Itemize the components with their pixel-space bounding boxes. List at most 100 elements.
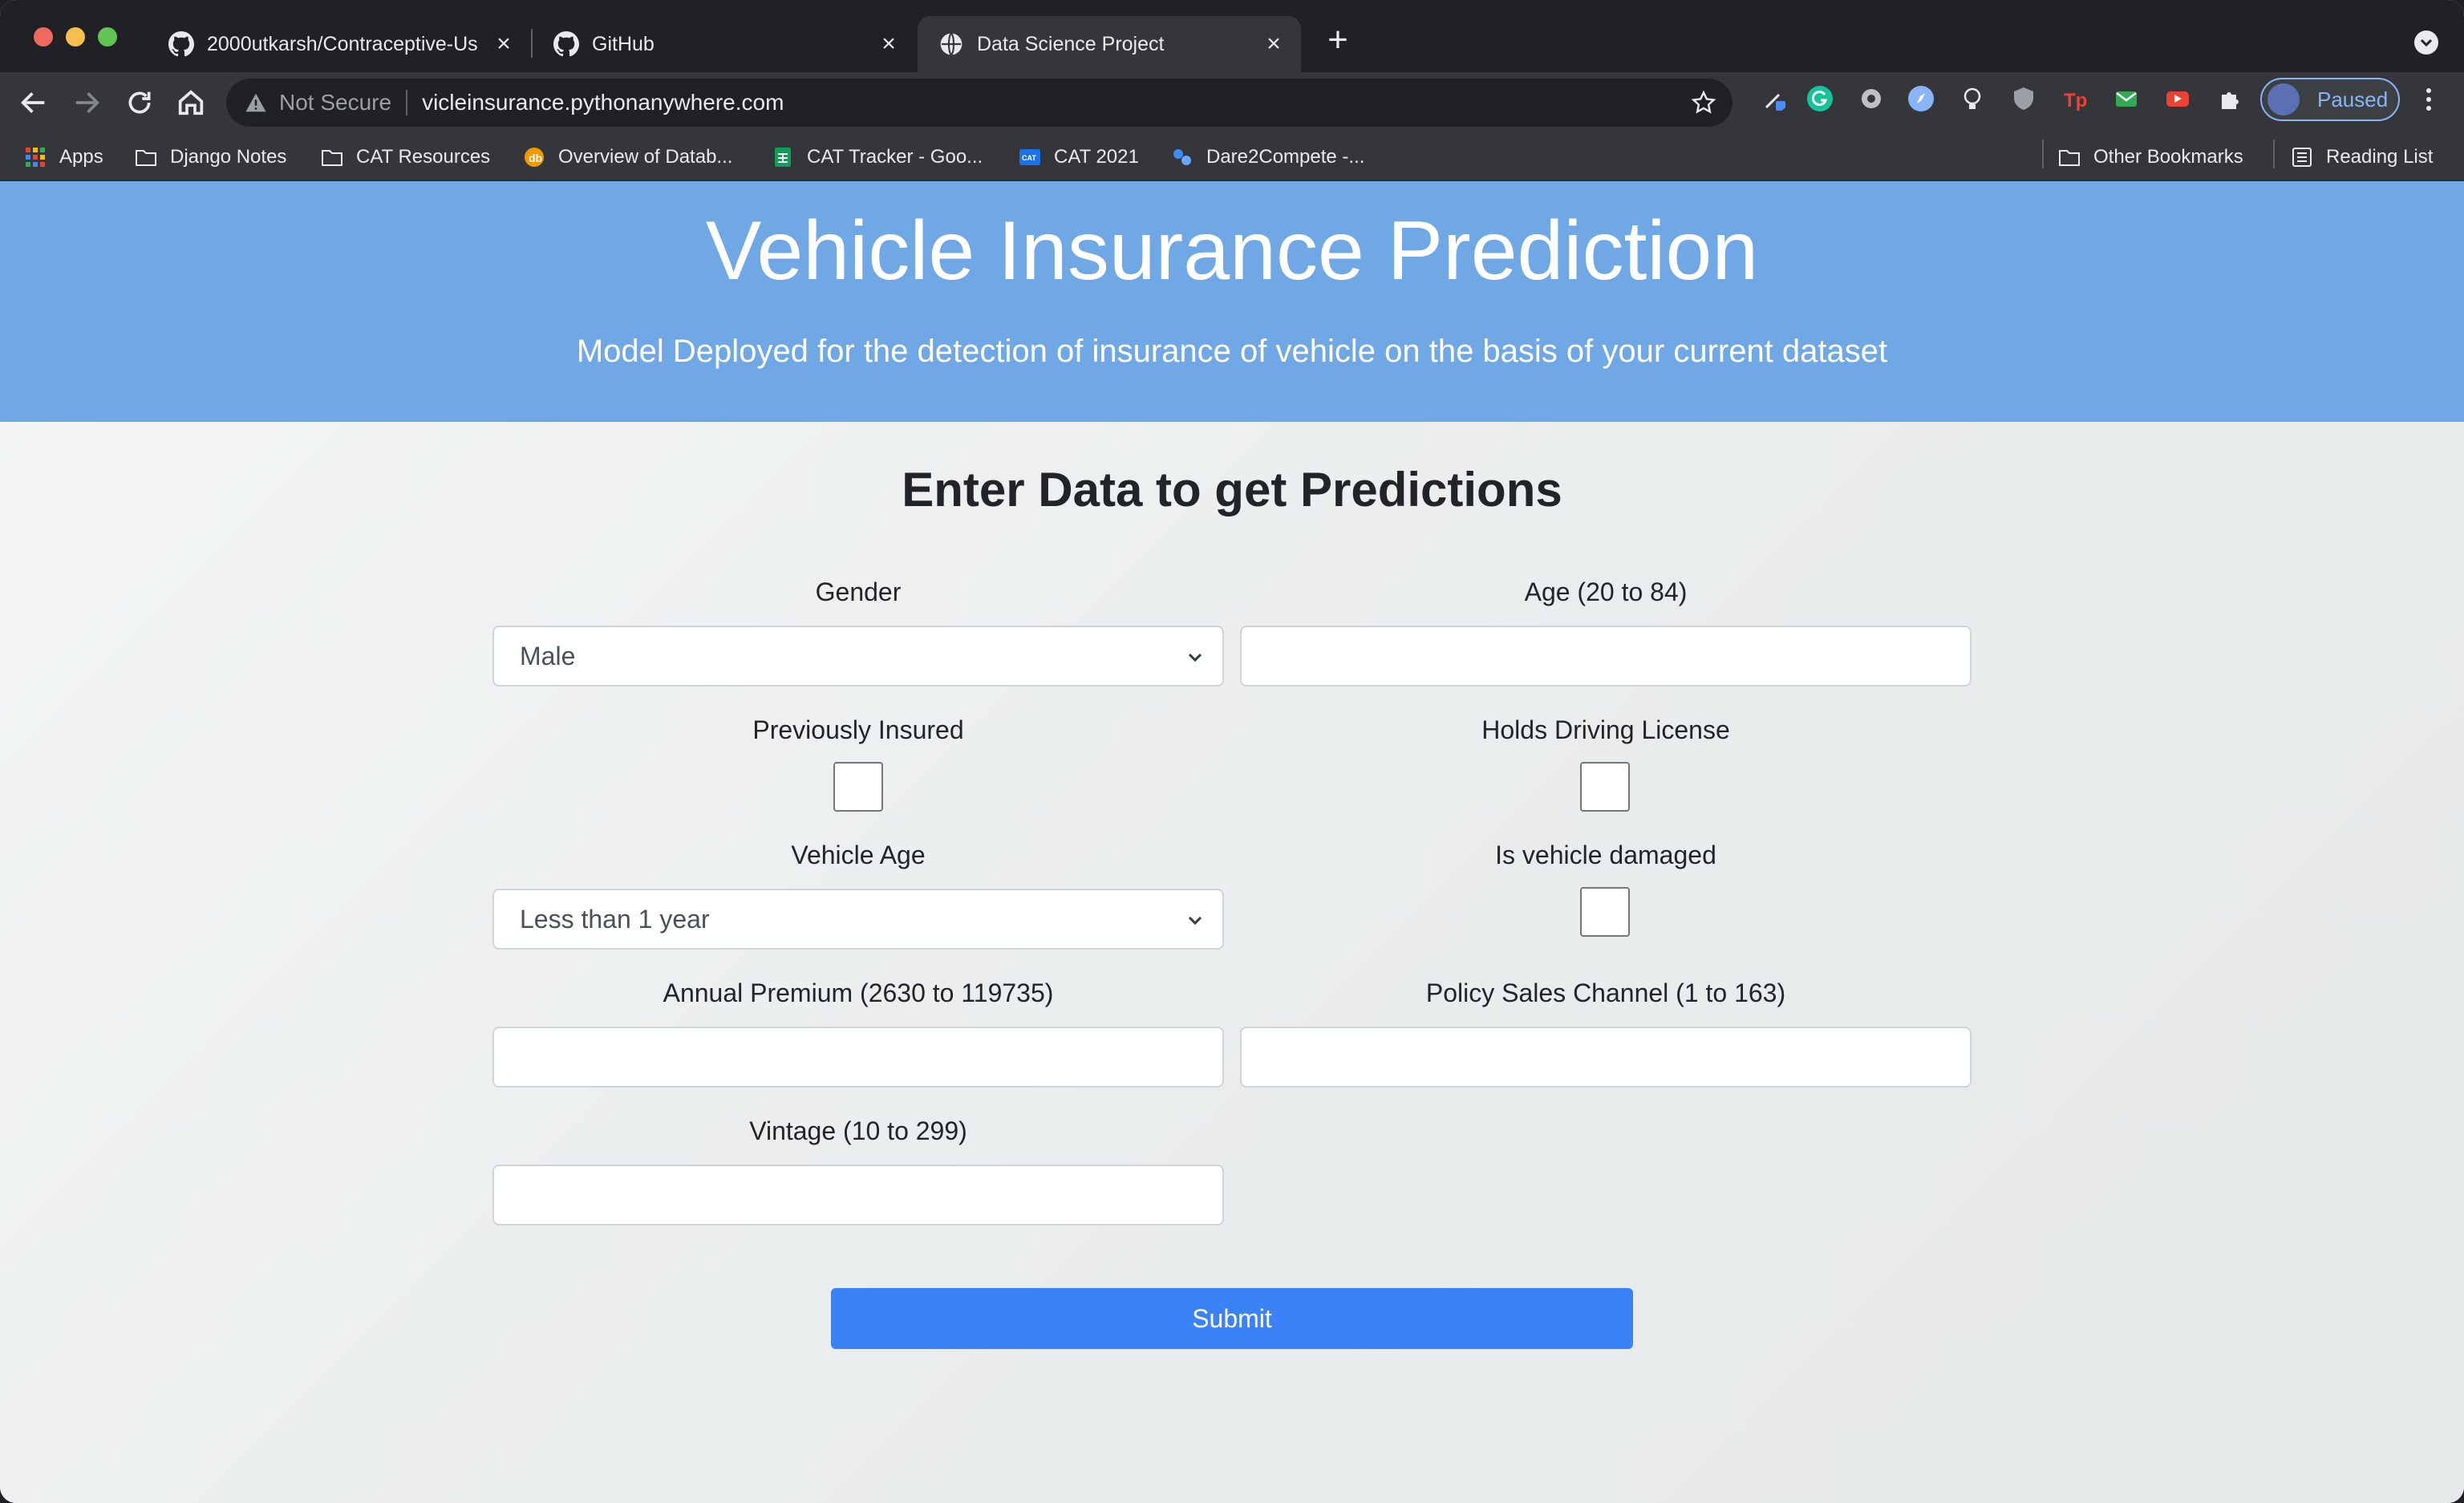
apps-grid-icon (26, 148, 45, 167)
annual-premium-label: Annual Premium (2630 to 119735) (663, 978, 1054, 1007)
policy-channel-label: Policy Sales Channel (1 to 163) (1425, 978, 1786, 1007)
tab-data-science-project[interactable]: Data Science Project × (918, 16, 1301, 72)
submit-button[interactable]: Submit (831, 1288, 1633, 1349)
vintage-input[interactable] (492, 1165, 1224, 1225)
bookmark-label: Other Bookmarks (2093, 146, 2243, 168)
close-tab-icon[interactable]: × (488, 30, 520, 58)
annual-premium-input[interactable] (492, 1027, 1224, 1088)
tab-title: GitHub (592, 32, 654, 55)
bookmarks-divider (2273, 140, 2275, 168)
form-title: Enter Data to get Predictions (902, 463, 1562, 517)
close-tab-icon[interactable]: × (1258, 30, 1290, 58)
vehicle-age-select[interactable]: Less than 1 year (492, 889, 1224, 950)
folder-icon (136, 150, 156, 166)
vehicle-age-label: Vehicle Age (791, 841, 926, 869)
svg-text:db: db (529, 152, 542, 164)
gender-select[interactable]: Male (492, 626, 1224, 687)
bookmark-dare2compete[interactable]: Dare2Compete -... (1171, 133, 1364, 181)
close-window-button[interactable] (34, 27, 53, 47)
vehicle-damaged-label: Is vehicle damaged (1495, 841, 1716, 869)
url-text[interactable]: vicleinsurance.pythonanywhere.com (422, 90, 784, 115)
bookmark-star-icon[interactable] (1691, 90, 1716, 115)
bookmark-label: Reading List (2326, 146, 2434, 168)
bookmark-label: CAT Tracker - Goo... (807, 146, 983, 168)
vehicle-damaged-checkbox[interactable] (1580, 887, 1630, 937)
tab-title: 2000utkarsh/Contraceptive-Us (207, 32, 478, 55)
back-arrow-icon[interactable] (18, 87, 50, 119)
bookmark-overview-datab[interactable]: db Overview of Datab... (523, 133, 732, 181)
bookmark-cat-tracker[interactable]: CAT Tracker - Goo... (772, 133, 983, 181)
bookmarks-bar: Apps Django Notes CAT Resources db Overv… (0, 133, 2464, 181)
gear-extension-icon[interactable] (1858, 85, 1885, 112)
policy-channel-input[interactable] (1240, 1027, 1972, 1088)
profile-status: Paused (2317, 87, 2389, 111)
close-tab-icon[interactable]: × (873, 30, 905, 58)
folder-icon (2059, 150, 2080, 166)
video-extension-icon[interactable] (2164, 85, 2191, 112)
chevron-down-icon (1188, 916, 1202, 926)
compass-extension-icon[interactable] (1907, 85, 1935, 112)
previously-insured-label: Previously Insured (752, 715, 964, 744)
bookmark-label: Django Notes (170, 146, 287, 168)
age-label: Age (20 to 84) (1524, 577, 1688, 606)
puzzle-extensions-icon[interactable] (2215, 85, 2243, 112)
page-title: Vehicle Insurance Prediction (705, 205, 1759, 298)
bookmark-apps[interactable]: Apps (24, 133, 103, 181)
tab-contraceptive[interactable]: 2000utkarsh/Contraceptive-Us × (148, 16, 531, 72)
previously-insured-checkbox[interactable] (833, 762, 883, 812)
grammarly-extension-icon[interactable] (1806, 85, 1834, 112)
bookmark-label: Dare2Compete -... (1206, 146, 1365, 168)
address-bar[interactable]: Not Secure vicleinsurance.pythonanywhere… (226, 79, 1732, 127)
bookmark-label: CAT Resources (356, 146, 491, 168)
driving-license-checkbox[interactable] (1580, 762, 1630, 812)
bookmarks-divider (2042, 140, 2044, 168)
d2c-favicon-icon (1173, 149, 1191, 165)
cat-favicon-icon: CAT (1019, 149, 1040, 165)
bookmark-other-bookmarks[interactable]: Other Bookmarks (2058, 133, 2243, 181)
reload-icon[interactable] (124, 87, 156, 119)
bookmark-label: Overview of Datab... (558, 146, 733, 168)
bookmark-cat-2021[interactable]: CAT CAT 2021 (1019, 133, 1139, 181)
driving-license-label: Holds Driving License (1481, 715, 1730, 744)
tab-title: Data Science Project (977, 32, 1165, 55)
lightbulb-extension-icon[interactable] (1959, 85, 1986, 112)
gender-selected-value: Male (520, 641, 576, 670)
site-favicon-icon: db (525, 148, 544, 167)
bookmark-label: Apps (59, 146, 103, 168)
github-icon (553, 31, 579, 57)
page-content: Vehicle Insurance Prediction Model Deplo… (0, 181, 2464, 1503)
home-icon[interactable] (175, 87, 207, 119)
reading-list-icon (2292, 148, 2312, 167)
vehicle-age-selected-value: Less than 1 year (520, 904, 710, 934)
bookmark-label: CAT 2021 (1054, 146, 1139, 168)
svg-text:Tp: Tp (2064, 90, 2087, 111)
not-secure-label[interactable]: Not Secure (279, 90, 391, 115)
bookmark-reading-list[interactable]: Reading List (2291, 133, 2433, 181)
folder-icon (322, 150, 342, 166)
chevron-down-icon (1188, 653, 1202, 662)
gender-label: Gender (815, 577, 902, 606)
age-input[interactable] (1240, 626, 1972, 687)
tp-extension-icon[interactable]: Tp (2061, 85, 2089, 112)
hero-banner: Vehicle Insurance Prediction Model Deplo… (0, 181, 2464, 422)
new-tab-icon[interactable]: + (1322, 22, 1354, 58)
svg-text:CAT: CAT (1022, 154, 1036, 162)
github-icon (168, 31, 194, 57)
forward-arrow-icon[interactable] (71, 87, 103, 119)
browser-window: 2000utkarsh/Contraceptive-Us × GitHub × … (0, 0, 2464, 1503)
maximize-window-button[interactable] (98, 27, 117, 47)
more-menu-icon[interactable] (2419, 83, 2438, 115)
eyedropper-extension-icon[interactable] (1761, 85, 1789, 112)
profile-button[interactable]: Paused (2260, 78, 2400, 121)
minimize-window-button[interactable] (66, 27, 85, 47)
shield-extension-icon[interactable] (2010, 85, 2037, 112)
tab-search-icon[interactable] (2414, 30, 2438, 55)
browser-toolbar: Not Secure vicleinsurance.pythonanywhere… (0, 72, 2464, 133)
mail-extension-icon[interactable] (2113, 85, 2140, 112)
tab-github[interactable]: GitHub × (533, 16, 916, 72)
address-divider (406, 90, 408, 115)
warning-icon (245, 93, 266, 112)
bookmark-cat-resources[interactable]: CAT Resources (321, 133, 490, 181)
bookmark-django-notes[interactable]: Django Notes (135, 133, 286, 181)
avatar (2267, 83, 2300, 115)
